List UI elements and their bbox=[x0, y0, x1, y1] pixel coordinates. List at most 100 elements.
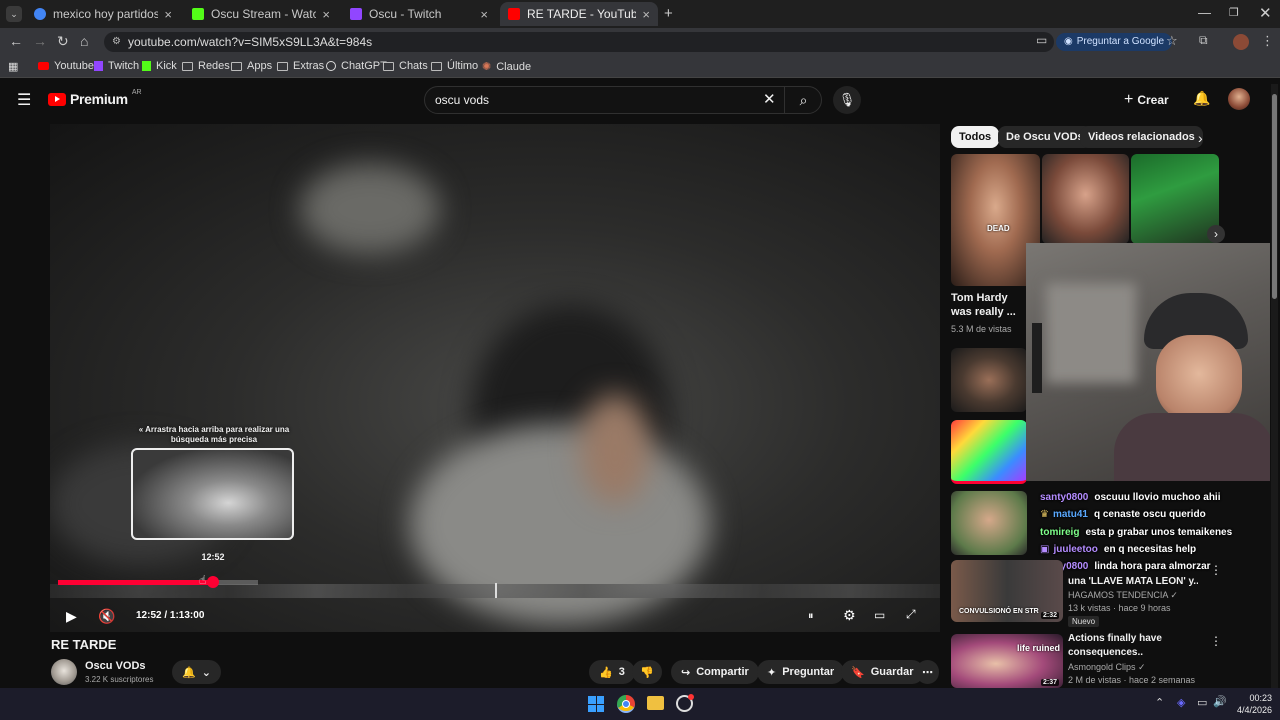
chevrons-up-icon: « bbox=[138, 425, 144, 434]
minimize-icon[interactable]: — bbox=[1198, 5, 1211, 20]
bookmark-redes[interactable]: Redes bbox=[182, 60, 230, 72]
bookmark-twitch[interactable]: Twitch bbox=[94, 60, 139, 72]
bookmark-apps[interactable]: Apps bbox=[231, 60, 272, 72]
bookmark-chatgpt[interactable]: ChatGPT bbox=[326, 60, 387, 72]
microphone-arm bbox=[1032, 323, 1042, 393]
search-input[interactable]: oscu vods ✕ bbox=[424, 86, 822, 114]
app-taskbar-icon[interactable] bbox=[676, 694, 694, 712]
folder-icon bbox=[277, 61, 288, 71]
scrollbar-thumb[interactable] bbox=[1272, 94, 1277, 299]
restore-icon[interactable]: ❐ bbox=[1229, 6, 1239, 19]
autoplay-toggle-icon[interactable]: ⏸ bbox=[808, 610, 814, 623]
new-tab-icon[interactable]: + bbox=[664, 5, 673, 22]
voice-search-button[interactable]: 🎙 bbox=[833, 86, 861, 114]
chat-message: santy0800 oscuuu llovio muchoo ahii bbox=[1040, 492, 1221, 503]
site-info-icon[interactable]: ⚙ bbox=[112, 32, 121, 52]
tab-twitch[interactable]: Oscu - Twitch × bbox=[342, 2, 496, 26]
apps-grid-icon[interactable]: ▦ bbox=[8, 60, 18, 73]
chrome-taskbar-icon[interactable] bbox=[617, 695, 635, 713]
bookmark-ultimo[interactable]: Último bbox=[431, 60, 478, 72]
url-field[interactable]: ⚙ youtube.com/watch?v=SIM5xS9LL3A&t=984s bbox=[104, 32, 1054, 52]
video-title: RE TARDE bbox=[51, 637, 117, 652]
tab-kick[interactable]: Oscu Stream - Watch Live on Ki× bbox=[184, 2, 338, 26]
related-video-thumbnail[interactable] bbox=[951, 420, 1027, 484]
bookmark-star-icon[interactable]: ☆ bbox=[1166, 33, 1178, 49]
back-icon[interactable]: ← bbox=[9, 33, 23, 49]
network-icon[interactable]: ▭ bbox=[1197, 696, 1207, 709]
scrubber-handle[interactable] bbox=[207, 576, 219, 588]
settings-gear-icon[interactable]: ⚙ bbox=[843, 607, 856, 624]
chip-de-oscu-vods[interactable]: De Oscu VODs bbox=[998, 126, 1092, 148]
close-window-icon[interactable]: ✕ bbox=[1259, 4, 1272, 22]
like-button[interactable]: 👍 3 bbox=[589, 660, 635, 684]
play-icon[interactable]: ▶ bbox=[66, 608, 77, 625]
chat-badge-icon: ▣ bbox=[1040, 544, 1050, 555]
notifications-bell-icon[interactable]: 🔔 bbox=[1193, 90, 1210, 107]
tray-app-icon[interactable]: ◈ bbox=[1177, 696, 1185, 709]
account-avatar[interactable] bbox=[1228, 88, 1250, 110]
bookmark-chats[interactable]: Chats bbox=[383, 60, 428, 72]
page-scrollbar[interactable] bbox=[1271, 84, 1278, 688]
search-icon: ⌕ bbox=[799, 92, 808, 108]
menu-dots-icon[interactable]: ⋮ bbox=[1261, 33, 1274, 49]
tray-chevron-icon[interactable]: ⌃ bbox=[1155, 696, 1164, 709]
bookmark-claude[interactable]: ✺ Claude bbox=[482, 60, 531, 74]
bookmark-extras[interactable]: Extras bbox=[277, 60, 324, 72]
video-player[interactable] bbox=[50, 124, 940, 632]
kick-icon bbox=[192, 8, 204, 20]
more-options-icon[interactable]: ⋮ bbox=[1210, 563, 1222, 577]
chip-todos[interactable]: Todos bbox=[951, 126, 1000, 148]
windows-start-icon[interactable] bbox=[588, 696, 604, 712]
more-actions-button[interactable]: ⋯ bbox=[916, 660, 939, 684]
close-tab-icon[interactable]: × bbox=[164, 7, 172, 22]
ask-google-button[interactable]: ◉ Preguntar a Google bbox=[1056, 33, 1173, 51]
address-toolbar: ← → ↻ ⌂ ⚙ youtube.com/watch?v=SIM5xS9LL3… bbox=[0, 28, 1280, 56]
bookmark-youtube[interactable]: Youtube bbox=[38, 60, 94, 72]
subscribed-bell-button[interactable]: 🔔 ⌄ bbox=[172, 660, 221, 684]
close-tab-icon[interactable]: × bbox=[480, 7, 488, 22]
related-video-thumbnail[interactable]: life ruined 2:37 bbox=[951, 634, 1063, 688]
taskbar-date[interactable]: 4/4/2026 bbox=[1228, 705, 1272, 715]
close-tab-icon[interactable]: × bbox=[642, 7, 650, 22]
bookmark-kick[interactable]: Kick bbox=[142, 60, 177, 72]
taskbar-time[interactable]: 00:23 bbox=[1236, 693, 1272, 703]
clear-search-icon[interactable]: ✕ bbox=[763, 87, 776, 113]
create-button[interactable]: + Crear bbox=[1124, 91, 1169, 109]
home-icon[interactable]: ⌂ bbox=[80, 33, 88, 49]
extensions-icon[interactable]: ⧉ bbox=[1199, 33, 1208, 48]
search-button[interactable]: ⌕ bbox=[784, 86, 822, 114]
cast-icon[interactable]: ▭ bbox=[1036, 33, 1047, 47]
tab-google[interactable]: mexico hoy partidos - Buscar co× bbox=[26, 2, 180, 26]
channel-name[interactable]: Oscu VODs bbox=[85, 660, 146, 672]
more-options-icon[interactable]: ⋮ bbox=[1210, 634, 1222, 648]
muted-volume-icon[interactable]: 🔇 bbox=[98, 608, 115, 625]
tab-search-icon[interactable]: ⌄ bbox=[6, 6, 22, 22]
speaker-icon[interactable]: 🔊 bbox=[1213, 695, 1227, 708]
related-video-thumbnail[interactable] bbox=[951, 348, 1027, 412]
related-video-thumbnail[interactable]: CONVULSIONÓ EN STR 2:32 bbox=[951, 560, 1063, 622]
youtube-premium-logo[interactable]: Premium AR bbox=[48, 89, 142, 107]
tab-youtube-active[interactable]: RE TARDE - YouTube × bbox=[500, 2, 658, 26]
chips-next-chevron-icon[interactable]: › bbox=[1198, 130, 1203, 146]
shorts-thumbnail[interactable] bbox=[1131, 154, 1219, 244]
theater-mode-icon[interactable]: ▭ bbox=[874, 608, 885, 622]
related-video-title[interactable]: una 'LLAVE MATA LEON' y... bbox=[1068, 575, 1198, 589]
profile-avatar[interactable] bbox=[1233, 34, 1249, 50]
forward-icon[interactable]: → bbox=[33, 33, 47, 49]
hamburger-menu-icon[interactable]: ☰ bbox=[17, 90, 31, 110]
ask-button[interactable]: ✦ Preguntar bbox=[757, 660, 845, 684]
shelf-next-chevron-icon[interactable]: › bbox=[1207, 225, 1225, 243]
related-video-title[interactable]: Actions finally have consequences.. bbox=[1068, 632, 1198, 660]
chip-videos-relacionados[interactable]: Videos relacionados bbox=[1080, 126, 1203, 148]
channel-avatar[interactable] bbox=[51, 659, 77, 685]
more-dots-icon: ⋯ bbox=[922, 666, 933, 679]
file-explorer-icon[interactable] bbox=[647, 696, 664, 710]
fullscreen-icon[interactable]: ⤢ bbox=[906, 607, 916, 622]
related-video-title[interactable]: Tom Hardy was really ... bbox=[951, 291, 1021, 319]
dislike-button[interactable]: 👎 bbox=[632, 660, 662, 684]
shorts-thumbnail[interactable] bbox=[1042, 154, 1129, 244]
close-tab-icon[interactable]: × bbox=[322, 7, 330, 22]
reload-icon[interactable]: ↻ bbox=[57, 33, 69, 50]
share-button[interactable]: ↪ Compartir bbox=[671, 660, 759, 684]
save-button[interactable]: 🔖 Guardar bbox=[841, 660, 924, 684]
